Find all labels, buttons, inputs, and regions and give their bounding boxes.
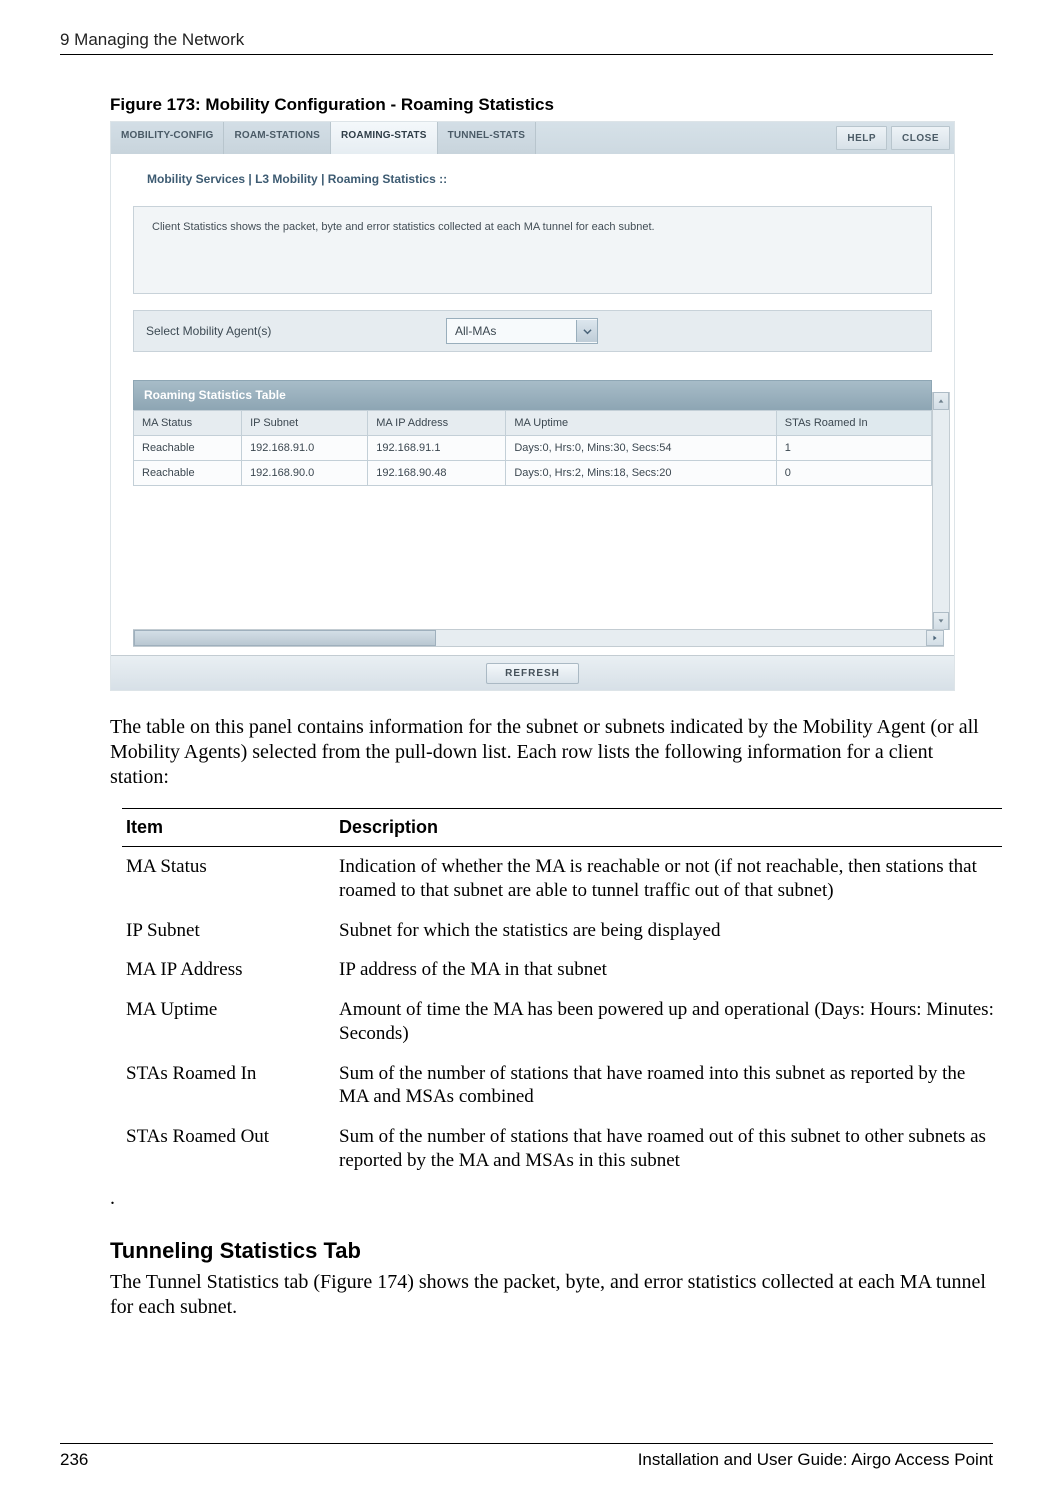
- desc-item: STAs Roamed In: [122, 1054, 335, 1118]
- chevron-down-icon: [576, 320, 597, 342]
- scroll-right-icon[interactable]: [926, 630, 944, 646]
- cell: Reachable: [134, 461, 242, 486]
- col-ma-status: MA Status: [134, 411, 242, 436]
- table-row: Reachable 192.168.91.0 192.168.91.1 Days…: [134, 436, 932, 461]
- tab-roaming-stats[interactable]: ROAMING-STATS: [331, 122, 438, 154]
- cell: Days:0, Hrs:0, Mins:30, Secs:54: [506, 436, 776, 461]
- scroll-down-icon[interactable]: [933, 612, 949, 630]
- figure-caption: Figure 173: Mobility Configuration - Roa…: [110, 95, 993, 115]
- page-number: 236: [60, 1450, 88, 1470]
- col-stas-roamed-in: STAs Roamed In: [776, 411, 931, 436]
- tab-mobility-config[interactable]: MOBILITY-CONFIG: [111, 122, 224, 154]
- desc-text: Sum of the number of stations that have …: [335, 1054, 1002, 1118]
- table-header-row: MA Status IP Subnet MA IP Address MA Upt…: [134, 411, 932, 436]
- heading-tunneling-statistics: Tunneling Statistics Tab: [110, 1238, 993, 1264]
- desc-item: MA IP Address: [122, 950, 335, 990]
- info-panel: Client Statistics shows the packet, byte…: [133, 206, 932, 294]
- desc-row: MA StatusIndication of whether the MA is…: [122, 847, 1002, 911]
- cell: 192.168.90.0: [242, 461, 368, 486]
- desc-row: MA IP AddressIP address of the MA in tha…: [122, 950, 1002, 990]
- cell: Reachable: [134, 436, 242, 461]
- info-text: Client Statistics shows the packet, byte…: [152, 221, 655, 233]
- paragraph-tunnel-stats: The Tunnel Statistics tab (Figure 174) s…: [110, 1270, 993, 1320]
- cell: 192.168.91.0: [242, 436, 368, 461]
- stray-period: .: [110, 1187, 993, 1210]
- desc-text: Indication of whether the MA is reachabl…: [335, 847, 1002, 911]
- desc-text: Amount of time the MA has been powered u…: [335, 990, 1002, 1054]
- col-ma-uptime: MA Uptime: [506, 411, 776, 436]
- select-label: Select Mobility Agent(s): [134, 324, 446, 338]
- scrollbar-thumb[interactable]: [134, 630, 436, 646]
- doc-title: Installation and User Guide: Airgo Acces…: [638, 1450, 993, 1470]
- tab-spacer: [536, 122, 836, 154]
- cell: 0: [776, 461, 931, 486]
- col-ip-subnet: IP Subnet: [242, 411, 368, 436]
- close-button[interactable]: CLOSE: [891, 126, 950, 150]
- desc-item: STAs Roamed Out: [122, 1117, 335, 1181]
- cell: Days:0, Hrs:2, Mins:18, Secs:20: [506, 461, 776, 486]
- cell: 1: [776, 436, 931, 461]
- description-table: Item Description MA StatusIndication of …: [122, 808, 1002, 1181]
- select-value: All-MAs: [447, 324, 576, 338]
- desc-row: STAs Roamed InSum of the number of stati…: [122, 1054, 1002, 1118]
- select-row: Select Mobility Agent(s) All-MAs: [133, 310, 932, 352]
- desc-row: MA UptimeAmount of time the MA has been …: [122, 990, 1002, 1054]
- desc-row: STAs Roamed OutSum of the number of stat…: [122, 1117, 1002, 1181]
- running-head: 9 Managing the Network: [60, 30, 993, 50]
- section-title: Roaming Statistics Table: [133, 380, 932, 410]
- footer-rule: [60, 1443, 993, 1444]
- tab-bar: MOBILITY-CONFIG ROAM-STATIONS ROAMING-ST…: [111, 122, 954, 154]
- header-description: Description: [335, 809, 1002, 847]
- refresh-bar: REFRESH: [111, 655, 954, 690]
- select-mobility-agent[interactable]: All-MAs: [446, 318, 598, 344]
- desc-item: MA Status: [122, 847, 335, 911]
- desc-item: IP Subnet: [122, 911, 335, 951]
- breadcrumb: Mobility Services | L3 Mobility | Roamin…: [111, 154, 954, 192]
- footer-row: 236 Installation and User Guide: Airgo A…: [60, 1450, 993, 1470]
- help-button[interactable]: HELP: [836, 126, 887, 150]
- header-item: Item: [122, 809, 335, 847]
- page: 9 Managing the Network Figure 173: Mobil…: [0, 0, 1053, 1492]
- desc-row: IP SubnetSubnet for which the statistics…: [122, 911, 1002, 951]
- vertical-scrollbar[interactable]: [932, 392, 950, 630]
- tab-roam-stations[interactable]: ROAM-STATIONS: [224, 122, 331, 154]
- scroll-up-icon[interactable]: [933, 392, 949, 410]
- screenshot-panel: MOBILITY-CONFIG ROAM-STATIONS ROAMING-ST…: [110, 121, 955, 691]
- desc-text: Sum of the number of stations that have …: [335, 1117, 1002, 1181]
- col-ma-ip: MA IP Address: [368, 411, 506, 436]
- horizontal-scrollbar[interactable]: [133, 629, 944, 647]
- cell: 192.168.91.1: [368, 436, 506, 461]
- desc-text: IP address of the MA in that subnet: [335, 950, 1002, 990]
- roaming-stats-table: MA Status IP Subnet MA IP Address MA Upt…: [133, 410, 932, 486]
- refresh-button[interactable]: REFRESH: [486, 663, 579, 684]
- head-rule: [60, 54, 993, 55]
- hscroll-area: [133, 630, 944, 646]
- intro-paragraph: The table on this panel contains informa…: [110, 715, 993, 790]
- desc-header-row: Item Description: [122, 809, 1002, 847]
- table-row: Reachable 192.168.90.0 192.168.90.48 Day…: [134, 461, 932, 486]
- desc-text: Subnet for which the statistics are bein…: [335, 911, 1002, 951]
- tab-tunnel-stats[interactable]: TUNNEL-STATS: [438, 122, 537, 154]
- cell: 192.168.90.48: [368, 461, 506, 486]
- desc-item: MA Uptime: [122, 990, 335, 1054]
- page-footer: 236 Installation and User Guide: Airgo A…: [60, 1443, 993, 1470]
